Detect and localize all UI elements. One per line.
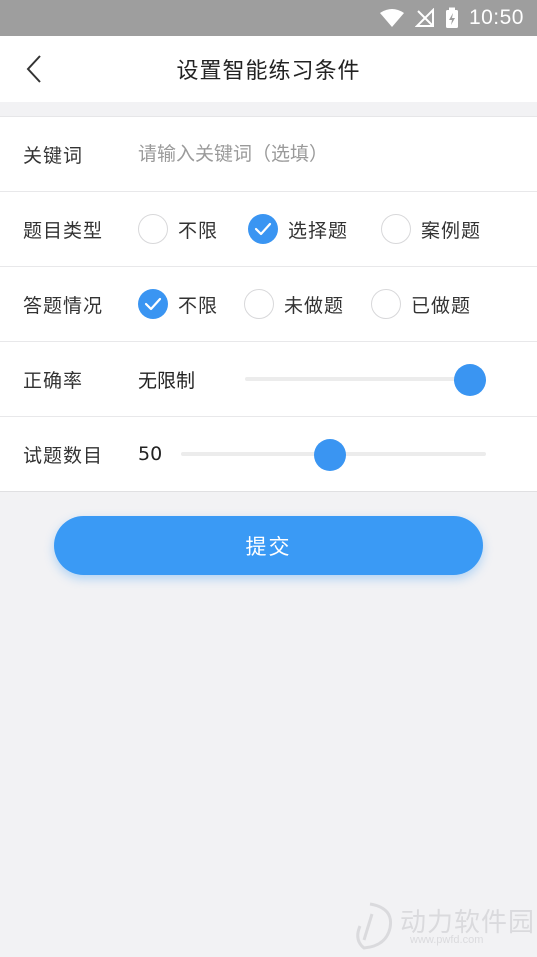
option-label: 选择题 bbox=[288, 219, 349, 242]
radio-checked-icon bbox=[248, 214, 278, 244]
chevron-left-icon bbox=[26, 55, 41, 83]
nav-bar: 设置智能练习条件 bbox=[0, 36, 537, 102]
question-type-row: 题目类型 不限 选择题 案例题 bbox=[0, 192, 537, 267]
radio-unchecked-icon bbox=[138, 214, 168, 244]
question-type-label: 题目类型 bbox=[23, 219, 104, 242]
slider-track bbox=[245, 377, 470, 381]
clock-time: 10:50 bbox=[468, 6, 524, 29]
question-type-option-unlimited[interactable]: 不限 bbox=[138, 214, 218, 244]
answer-status-label: 答题情况 bbox=[23, 294, 104, 317]
watermark-url: www.pwfd.com bbox=[410, 934, 484, 946]
option-label: 已做题 bbox=[411, 294, 472, 317]
radio-checked-icon bbox=[138, 289, 168, 319]
option-label: 未做题 bbox=[284, 294, 345, 317]
no-signal-icon bbox=[414, 8, 435, 28]
question-count-value: 50 bbox=[138, 443, 163, 465]
keyword-input[interactable] bbox=[138, 135, 508, 173]
question-type-option-choice[interactable]: 选择题 bbox=[248, 214, 348, 244]
answer-status-option-unlimited[interactable]: 不限 bbox=[138, 289, 218, 319]
submit-button[interactable]: 提交 bbox=[54, 516, 483, 575]
answer-status-row: 答题情况 不限 未做题 已做题 bbox=[0, 267, 537, 342]
question-count-slider[interactable] bbox=[181, 439, 486, 471]
watermark-logo: 动力软件园 www.pwfd.com bbox=[350, 900, 535, 955]
accuracy-row: 正确率 无限制 bbox=[0, 342, 537, 417]
option-label: 案例题 bbox=[421, 219, 482, 242]
question-count-label: 试题数目 bbox=[23, 444, 104, 467]
practice-conditions-form: 关键词 题目类型 不限 选择题 案例题 答题情况 不限 未做题 bbox=[0, 116, 537, 492]
accuracy-label: 正确率 bbox=[23, 369, 84, 392]
option-label: 不限 bbox=[178, 219, 219, 242]
question-type-option-case[interactable]: 案例题 bbox=[381, 214, 481, 244]
radio-unchecked-icon bbox=[381, 214, 411, 244]
keyword-label: 关键词 bbox=[23, 144, 84, 167]
watermark-icon bbox=[356, 902, 393, 950]
keyword-row: 关键词 bbox=[0, 117, 537, 192]
status-bar: 10:50 bbox=[0, 0, 537, 36]
option-label: 不限 bbox=[178, 294, 219, 317]
wifi-icon bbox=[379, 8, 405, 28]
answer-status-option-undone[interactable]: 未做题 bbox=[244, 289, 344, 319]
slider-thumb[interactable] bbox=[454, 364, 486, 396]
back-button[interactable] bbox=[14, 49, 54, 89]
radio-unchecked-icon bbox=[371, 289, 401, 319]
question-count-row: 试题数目 50 bbox=[0, 417, 537, 492]
battery-charging-icon bbox=[445, 7, 459, 29]
accuracy-slider[interactable] bbox=[245, 364, 486, 396]
answer-status-option-done[interactable]: 已做题 bbox=[371, 289, 471, 319]
section-gap bbox=[0, 102, 537, 116]
accuracy-value: 无限制 bbox=[138, 369, 196, 392]
slider-thumb[interactable] bbox=[314, 439, 347, 471]
page-title: 设置智能练习条件 bbox=[176, 59, 361, 84]
radio-unchecked-icon bbox=[244, 289, 274, 319]
